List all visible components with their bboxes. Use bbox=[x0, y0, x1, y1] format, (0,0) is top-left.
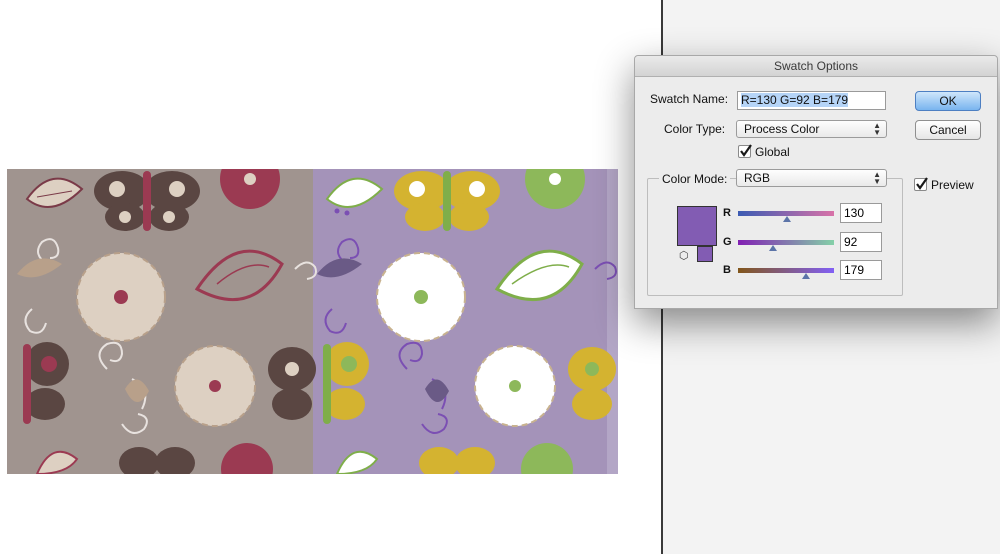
green-value-input[interactable]: 92 bbox=[840, 232, 882, 252]
pattern-artwork-graphic bbox=[7, 169, 618, 474]
color-mode-select[interactable]: RGB ▲ ▼ bbox=[736, 169, 887, 187]
document-canvas[interactable] bbox=[0, 0, 662, 554]
green-channel-label: G bbox=[723, 236, 732, 248]
color-mode-label: Color Mode: bbox=[659, 172, 731, 186]
global-label: Global bbox=[755, 145, 790, 159]
pattern-artwork[interactable] bbox=[7, 169, 618, 474]
color-mode-value: RGB bbox=[744, 171, 771, 185]
checkmark-icon bbox=[916, 177, 928, 190]
swatch-options-dialog: Swatch Options Swatch Name: R=130 G=92 B… bbox=[634, 55, 998, 309]
swatch-name-label: Swatch Name: bbox=[650, 92, 729, 106]
red-slider-thumb[interactable] bbox=[783, 216, 791, 222]
green-slider-track[interactable] bbox=[738, 240, 834, 245]
stepper-arrows-icon: ▲ ▼ bbox=[873, 121, 881, 137]
checkmark-icon bbox=[740, 144, 752, 157]
ok-button[interactable]: OK bbox=[915, 91, 981, 111]
color-type-label: Color Type: bbox=[664, 122, 726, 136]
blue-value-input[interactable]: 179 bbox=[840, 260, 882, 280]
swatch-name-value: R=130 G=92 B=179 bbox=[741, 93, 849, 107]
green-slider-thumb[interactable] bbox=[769, 245, 777, 251]
global-checkbox[interactable] bbox=[738, 144, 752, 158]
preview-checkbox[interactable] bbox=[914, 177, 928, 191]
swatch-name-input[interactable]: R=130 G=92 B=179 bbox=[737, 91, 886, 110]
color-swatch-preview bbox=[677, 206, 717, 246]
preview-label: Preview bbox=[931, 178, 974, 192]
web-safe-swatch[interactable] bbox=[697, 246, 713, 262]
blue-slider-track[interactable] bbox=[738, 268, 834, 273]
stepper-arrows-icon: ▲ ▼ bbox=[873, 170, 881, 186]
red-channel-label: R bbox=[723, 207, 731, 219]
out-of-gamut-cube-icon[interactable]: ⬡ bbox=[679, 249, 689, 262]
red-value-input[interactable]: 130 bbox=[840, 203, 882, 223]
color-type-select[interactable]: Process Color ▲ ▼ bbox=[736, 120, 887, 138]
blue-channel-label: B bbox=[723, 264, 731, 276]
blue-slider-thumb[interactable] bbox=[802, 273, 810, 279]
dialog-title[interactable]: Swatch Options bbox=[635, 56, 997, 77]
cancel-button[interactable]: Cancel bbox=[915, 120, 981, 140]
color-type-value: Process Color bbox=[744, 122, 820, 136]
